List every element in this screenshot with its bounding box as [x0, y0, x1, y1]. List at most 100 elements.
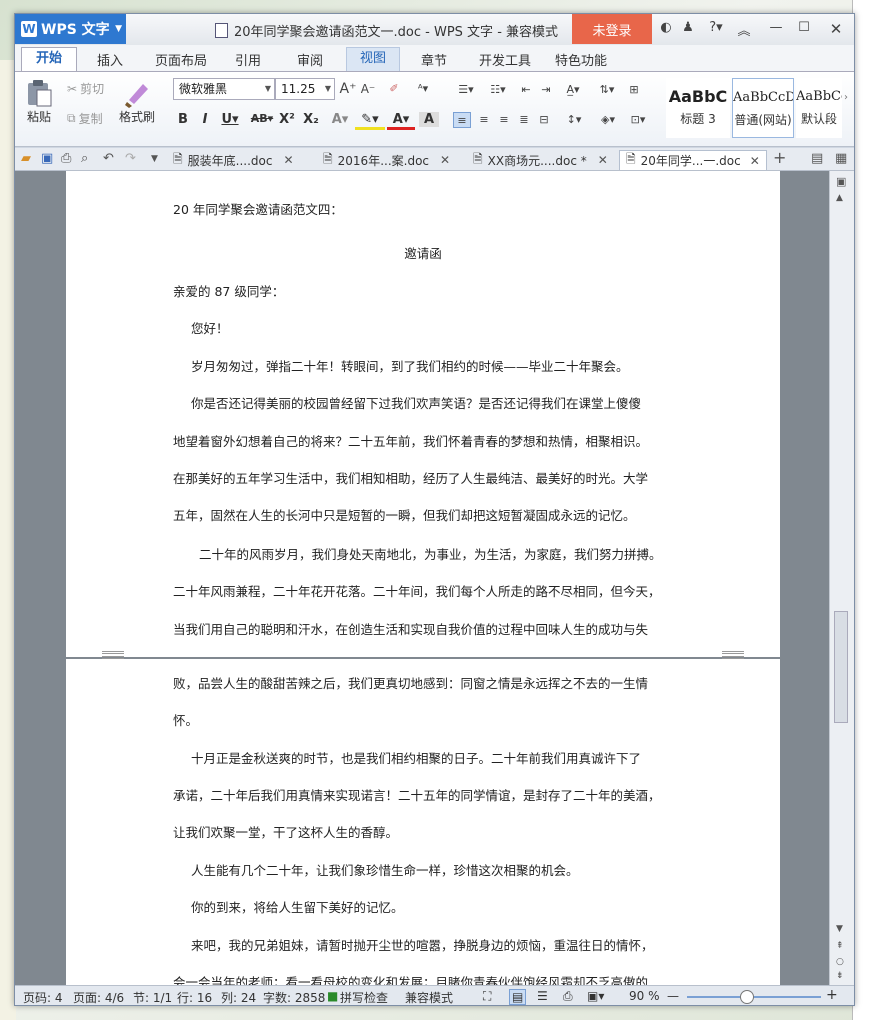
- style-normal-web[interactable]: AaBbCcD 普通(网站): [732, 78, 794, 138]
- undo-icon[interactable]: ↶: [103, 151, 114, 166]
- paragraph[interactable]: 当我们用自己的聪明和汗水，在创造生活和实现自我价值的过程中回味人生的成功与失: [173, 619, 648, 638]
- paragraph[interactable]: 让我们欢聚一堂，干了这杯人生的香醇。: [173, 822, 398, 841]
- collapse-ribbon-icon[interactable]: ︽: [735, 20, 753, 39]
- font-size-select[interactable]: 11.25 ▼: [275, 78, 335, 100]
- minimize-icon[interactable]: —: [767, 20, 785, 35]
- heading[interactable]: 邀请函: [66, 243, 780, 262]
- cut-button[interactable]: ✂ 剪切: [67, 80, 104, 97]
- help-icon[interactable]: ?▾: [703, 20, 729, 35]
- bold-icon[interactable]: B: [173, 112, 193, 127]
- zoom-in-icon[interactable]: +: [826, 987, 838, 1003]
- align-left-icon[interactable]: ≡: [453, 112, 471, 128]
- redo-icon[interactable]: ↷: [125, 151, 136, 166]
- highlight-icon[interactable]: ✎▾: [355, 112, 385, 130]
- reading-view-icon[interactable]: ▣▾: [587, 989, 604, 1003]
- text-effect-icon[interactable]: A▾: [327, 112, 353, 127]
- vertical-scrollbar[interactable]: ▣ ▲ ▼ ⇞ ○ ⇟: [829, 171, 854, 985]
- strikethrough-icon[interactable]: AB▾: [247, 112, 277, 125]
- style-default-paragraph[interactable]: AaBbCc 默认段: [796, 78, 842, 138]
- paragraph[interactable]: 败，品尝人生的酸甜苦辣之后，我们更真切地感到：同窗之情是永远挥之不去的一生情: [173, 673, 648, 692]
- font-family-select[interactable]: 微软雅黑 ▼: [173, 78, 275, 100]
- grow-font-icon[interactable]: A⁺: [339, 81, 357, 97]
- paragraph[interactable]: 承诺，二十年后我们用真情来实现诺言！二十五年的同学情谊，是封存了二十年的美酒，: [173, 785, 661, 804]
- doc-tab[interactable]: 🗎 XX商场元....doc * ✕: [473, 150, 608, 170]
- maximize-icon[interactable]: ☐: [795, 20, 813, 35]
- paragraph[interactable]: 二十年风雨兼程，二十年花开花落。二十年间，我们每个人所走的路不尽相同，但今天，: [173, 581, 661, 600]
- paragraph[interactable]: 岁月匆匆过，弹指二十年！转眼间，到了我们相约的时候——毕业二十年聚会。: [191, 356, 629, 375]
- zoom-out-icon[interactable]: —: [667, 989, 679, 1003]
- table-icon[interactable]: ⊞: [625, 82, 643, 98]
- tab-review[interactable]: 审阅: [297, 50, 323, 69]
- page-view-icon[interactable]: ▤: [509, 989, 527, 1005]
- paragraph[interactable]: 亲爱的 87 级同学：: [173, 281, 284, 300]
- underline-icon[interactable]: U▾: [217, 112, 243, 127]
- align-center-icon[interactable]: ≡: [475, 112, 493, 128]
- web-view-icon[interactable]: ⎙: [563, 989, 573, 1004]
- zoom-slider-handle[interactable]: [740, 990, 755, 1004]
- open-folder-icon[interactable]: ▰: [21, 151, 31, 166]
- login-button[interactable]: 未登录: [572, 14, 652, 44]
- case-icon[interactable]: A̲▾: [561, 82, 585, 98]
- justify-icon[interactable]: ≣: [515, 112, 533, 128]
- paragraph[interactable]: 在那美好的五年学习生活中，我们相知相助，经历了人生最纯洁、最美好的时光。大学: [173, 468, 648, 487]
- copy-button[interactable]: ⧉ 复制: [67, 110, 103, 127]
- tab-page-layout[interactable]: 页面布局: [155, 50, 207, 69]
- close-icon[interactable]: ✕: [598, 153, 608, 167]
- align-right-icon[interactable]: ≡: [495, 112, 513, 128]
- paragraph[interactable]: 五年，固然在人生的长河中只是短暂的一瞬，但我们却把这短暂凝固成永远的记忆。: [173, 505, 636, 524]
- paragraph[interactable]: 会一会当年的老师；看一看母校的变化和发展；目睹你青春伙伴饱经风霜却不乏高傲的: [173, 972, 648, 985]
- paragraph[interactable]: 二十年的风雨岁月，我们身处天南地北，为事业，为生活，为家庭，我们努力拼搏。: [199, 544, 662, 563]
- paragraph[interactable]: 十月正是金秋送爽的时节，也是我们相约相聚的日子。二十年前我们用真诚许下了: [191, 748, 641, 767]
- close-icon[interactable]: ✕: [283, 153, 293, 167]
- save-icon[interactable]: ▣: [41, 151, 53, 166]
- shading-icon[interactable]: ◈▾: [595, 112, 621, 128]
- paragraph[interactable]: 地望着窗外幻想着自己的将来？二十五年前，我们怀着青春的梦想和热情，相聚相识。: [173, 431, 648, 450]
- scroll-up-icon[interactable]: ▲: [836, 193, 843, 203]
- scroll-down-icon[interactable]: ▼: [836, 924, 843, 934]
- char-shading-icon[interactable]: A: [419, 112, 439, 127]
- fullscreen-icon[interactable]: ⛶: [483, 989, 491, 1004]
- tab-references[interactable]: 引用: [235, 50, 261, 69]
- new-tab-icon[interactable]: +: [773, 148, 786, 167]
- close-icon[interactable]: ✕: [440, 153, 450, 167]
- paragraph[interactable]: 人生能有几个二十年，让我们象珍惜生命一样，珍惜这次相聚的机会。: [191, 860, 579, 879]
- doc-tab-active[interactable]: 🗎 20年同学...一.doc ✕: [619, 150, 767, 170]
- tab-close-all-icon[interactable]: ▦: [835, 151, 847, 166]
- page-4[interactable]: 20 年同学聚会邀请函范文四： 邀请函 亲爱的 87 级同学： 您好！ 岁月匆匆…: [66, 171, 780, 657]
- page-5[interactable]: 败，品尝人生的酸甜苦辣之后，我们更真切地感到：同窗之情是永远挥之不去的一生情 怀…: [66, 653, 780, 985]
- previous-page-icon[interactable]: ⇞: [836, 941, 844, 951]
- ruler-icon[interactable]: ▣: [836, 175, 846, 188]
- bullet-list-icon[interactable]: ☰▾: [451, 82, 481, 98]
- tab-developer[interactable]: 开发工具: [479, 50, 531, 69]
- paragraph[interactable]: 来吧，我的兄弟姐妹，请暂时抛开尘世的喧嚣，挣脱身边的烦恼，重温往日的情怀，: [191, 935, 654, 954]
- doc-tab[interactable]: 🗎 服装年底....doc ✕: [173, 150, 294, 170]
- phonetic-icon[interactable]: ᴬ▾: [411, 81, 435, 97]
- doc-tab[interactable]: 🗎 2016年...案.doc ✕: [323, 150, 450, 170]
- close-icon[interactable]: ✕: [750, 154, 760, 168]
- clear-format-icon[interactable]: ✐: [385, 81, 403, 97]
- paragraph[interactable]: 你是否还记得美丽的校园曾经留下过我们欢声笑语？是否还记得我们在课堂上傻傻: [191, 393, 641, 412]
- style-heading3[interactable]: AaBbC 标题 3: [666, 78, 730, 138]
- tab-view[interactable]: 视图: [346, 47, 400, 71]
- paragraph[interactable]: 20 年同学聚会邀请函范文四：: [173, 199, 343, 218]
- shrink-font-icon[interactable]: A⁻: [359, 81, 377, 97]
- document-area[interactable]: 20 年同学聚会邀请函范文四： 邀请函 亲爱的 87 级同学： 您好！ 岁月匆匆…: [15, 171, 829, 985]
- font-color-icon[interactable]: A▾: [387, 112, 415, 130]
- subscript-icon[interactable]: X₂: [301, 112, 321, 127]
- scrollbar-thumb[interactable]: [834, 611, 848, 723]
- paragraph[interactable]: 怀。: [173, 710, 198, 729]
- chevron-down-icon[interactable]: ▼: [151, 154, 158, 164]
- distribute-icon[interactable]: ⊟: [535, 112, 553, 128]
- paragraph[interactable]: 你的到来，将给人生留下美好的记忆。: [191, 897, 404, 916]
- sort-icon[interactable]: ⇅▾: [595, 82, 619, 98]
- print-icon[interactable]: ⎙: [61, 151, 71, 166]
- increase-indent-icon[interactable]: ⇥: [537, 82, 555, 98]
- app-menu-button[interactable]: W WPS 文字 ▼: [15, 14, 126, 44]
- line-spacing-icon[interactable]: ↕▾: [561, 112, 587, 128]
- italic-icon[interactable]: I: [195, 112, 215, 127]
- status-word-count[interactable]: 字数: 2858: [263, 989, 325, 1005]
- shirt-icon[interactable]: ♟: [679, 20, 697, 35]
- tab-start[interactable]: 开始: [21, 47, 77, 71]
- tab-list-icon[interactable]: ▤: [811, 151, 823, 166]
- spell-check-toggle[interactable]: 拼写检查: [340, 989, 388, 1005]
